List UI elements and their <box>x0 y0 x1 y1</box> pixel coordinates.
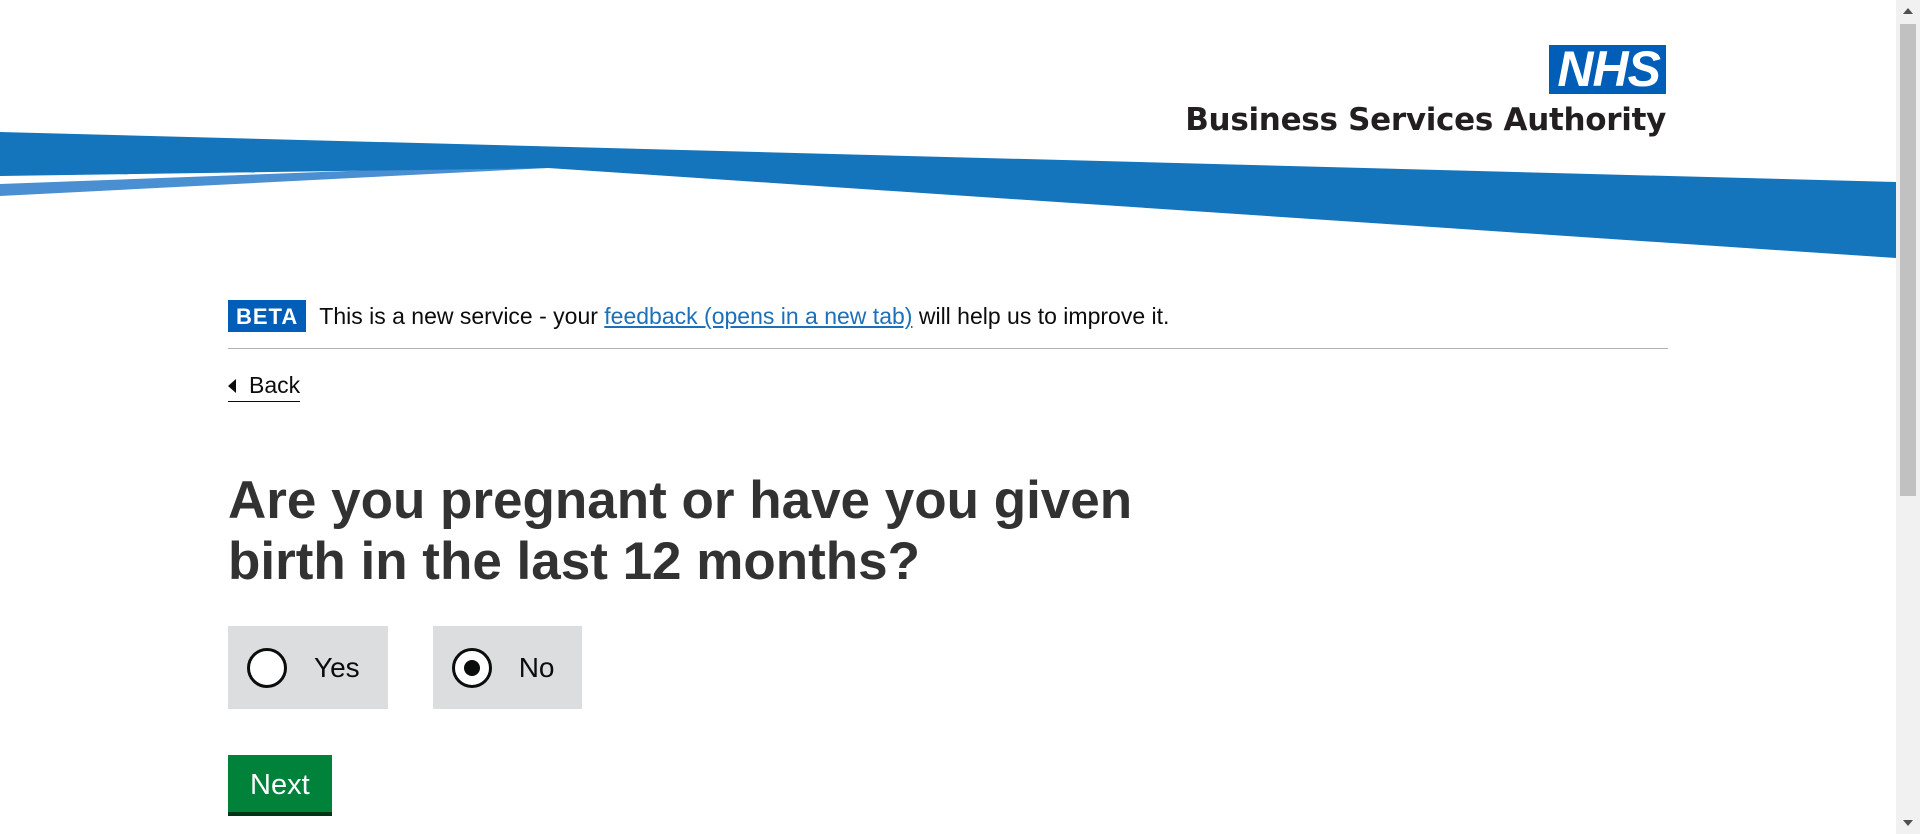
org-name: Business Services Authority <box>1185 102 1666 138</box>
radio-option-yes[interactable]: Yes <box>228 626 388 709</box>
feedback-link[interactable]: feedback (opens in a new tab) <box>604 303 912 329</box>
beta-tag: BETA <box>228 300 307 332</box>
page: NHS Business Services Authority BETA Thi… <box>0 0 1920 834</box>
radio-selected-dot <box>463 659 480 676</box>
phase-banner: BETA This is a new service - your feedba… <box>228 300 1668 349</box>
vertical-scrollbar[interactable] <box>1896 0 1920 834</box>
scrollbar-thumb[interactable] <box>1900 24 1916 496</box>
radio-label-yes: Yes <box>314 651 360 683</box>
chevron-left-icon <box>228 378 236 393</box>
next-button[interactable]: Next <box>228 755 332 816</box>
radio-group: Yes No <box>228 626 583 709</box>
radio-option-no[interactable]: No <box>432 626 583 709</box>
radio-button-yes[interactable] <box>247 647 287 688</box>
nhs-logo: NHS <box>1549 44 1666 94</box>
phase-text-after: will help us to improve it. <box>918 303 1170 329</box>
phase-banner-text: This is a new service - your feedback (o… <box>319 300 1169 332</box>
radio-label-no: No <box>518 651 555 683</box>
back-link-label: Back <box>249 372 301 398</box>
radio-button-no[interactable] <box>451 647 492 688</box>
scroll-up-arrow-icon[interactable] <box>1903 8 1913 14</box>
page-title: Are you pregnant or have you given birth… <box>228 471 1133 591</box>
brand-logo[interactable]: NHS Business Services Authority <box>1185 44 1666 138</box>
back-link[interactable]: Back <box>228 372 301 402</box>
phase-text-before: This is a new service - your <box>319 303 598 329</box>
scroll-down-arrow-icon[interactable] <box>1903 820 1913 826</box>
